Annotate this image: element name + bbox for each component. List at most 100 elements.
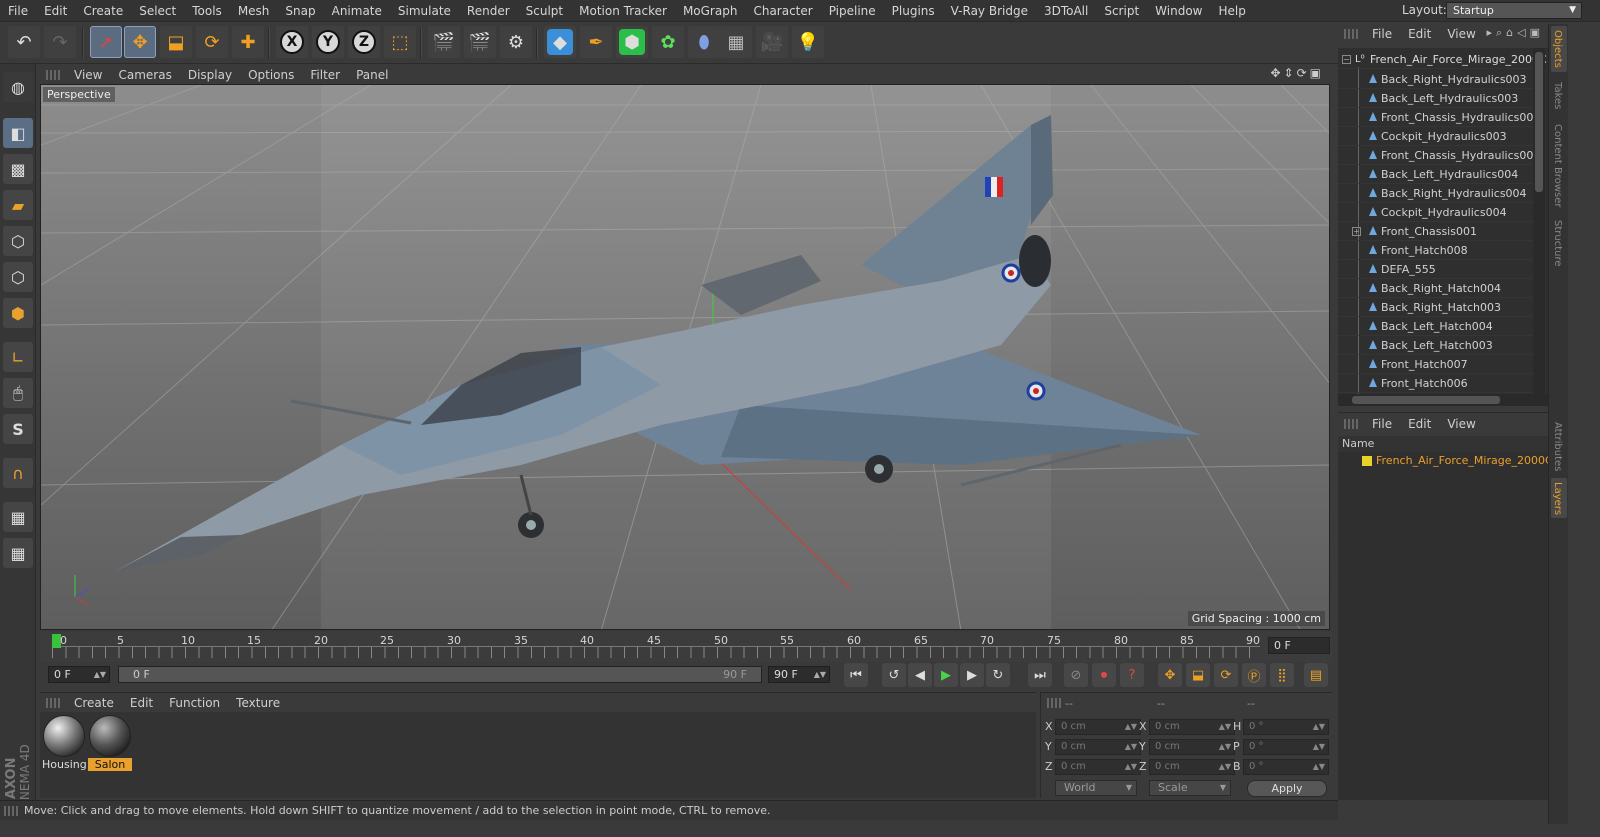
menu-3dtoall[interactable]: 3DToAll [1036, 0, 1096, 22]
material-menu-texture[interactable]: Texture [228, 696, 288, 710]
tab-structure[interactable]: Structure [1551, 216, 1567, 272]
expand-icon[interactable]: + [1352, 227, 1361, 236]
object-row[interactable]: Front_Chassis_Hydraulics003 [1338, 108, 1540, 127]
workplane-mode-button[interactable]: ◍ [3, 72, 33, 102]
redo-button[interactable]: ↷ [44, 26, 76, 58]
timeline-ruler[interactable]: 0 5 10 15 20 25 30 35 40 45 50 55 60 65 … [40, 632, 1332, 662]
layout-dropdown[interactable]: Startup ▼ [1446, 2, 1582, 19]
panel-grip-icon[interactable] [1344, 418, 1358, 429]
layer-color-swatch[interactable] [1362, 456, 1372, 466]
polygons-mode-button[interactable]: ⬢ [3, 298, 33, 328]
go-to-end-button[interactable]: ⏭ [1028, 663, 1052, 687]
object-root-row[interactable]: − L⁰ French_Air_Force_Mirage_2000C [1338, 50, 1547, 69]
next-key-button[interactable]: ↻ [986, 663, 1010, 687]
size-y-field[interactable]: 0 cm ▲▼ [1149, 739, 1235, 755]
deformer-button[interactable]: ⬮ [688, 26, 720, 58]
size-x-field[interactable]: 0 cm ▲▼ [1149, 719, 1235, 735]
object-menu-view[interactable]: View [1439, 27, 1483, 41]
edges-mode-button[interactable]: ⬡ [3, 262, 33, 292]
tab-attributes[interactable]: Attributes [1551, 418, 1567, 474]
object-row[interactable]: Front_Chassis_Hydraulics004 [1338, 146, 1540, 165]
material-menu-function[interactable]: Function [161, 696, 228, 710]
layer-menu-edit[interactable]: Edit [1400, 417, 1439, 431]
layer-name-column-header[interactable]: Name [1338, 436, 1548, 452]
object-row[interactable]: Back_Right_Hydraulics004 [1338, 184, 1534, 203]
move-tool-button[interactable]: ✥ [124, 26, 156, 58]
record-active-objects-button[interactable]: ⊘ [1064, 663, 1088, 687]
scale-tool-button[interactable]: ⬓ [160, 26, 192, 58]
object-row[interactable]: Cockpit_Hydraulics004 [1338, 203, 1534, 222]
panel-grip-icon[interactable] [46, 697, 60, 708]
collapse-icon[interactable]: − [1342, 55, 1351, 64]
pos-y-field[interactable]: 0 cm ▲▼ [1055, 739, 1141, 755]
pos-x-field[interactable]: 0 cm ▲▼ [1055, 719, 1141, 735]
floor-object-button[interactable]: ▦ [720, 26, 752, 58]
menu-tools[interactable]: Tools [184, 0, 230, 22]
tab-takes[interactable]: Takes [1551, 78, 1567, 114]
pos-z-field[interactable]: 0 cm ▲▼ [1055, 759, 1141, 775]
rotate-tool-button[interactable]: ⟳ [196, 26, 228, 58]
coordinate-space-dropdown[interactable]: World ▼ [1055, 780, 1137, 796]
render-settings-button[interactable]: ⚙ [500, 26, 532, 58]
texture-mode-button[interactable]: ▩ [3, 154, 33, 184]
menu-file[interactable]: File [0, 0, 36, 22]
object-row[interactable]: Cockpit_Hydraulics003 [1338, 127, 1534, 146]
layer-menu-view[interactable]: View [1439, 417, 1483, 431]
menu-select[interactable]: Select [131, 0, 184, 22]
material-menu-edit[interactable]: Edit [122, 696, 161, 710]
object-row[interactable]: Back_Right_Hydraulics003 [1338, 70, 1534, 89]
object-row[interactable]: Back_Left_Hatch003 [1338, 336, 1534, 355]
tab-objects[interactable]: Objects [1551, 26, 1567, 72]
menu-sculpt[interactable]: Sculpt [518, 0, 571, 22]
viewport-navigation-icons[interactable]: ✥⇕⟳▣ [1270, 66, 1324, 80]
object-row[interactable]: Back_Left_Hydraulics004 [1338, 165, 1534, 184]
menu-plugins[interactable]: Plugins [884, 0, 943, 22]
y-axis-lock-button[interactable]: Y [312, 26, 344, 58]
object-row[interactable]: Back_Left_Hydraulics003 [1338, 89, 1534, 108]
current-frame-field[interactable]: 0 F [1268, 637, 1330, 654]
next-frame-button[interactable]: ▶ [960, 663, 984, 687]
viewport-menu-options[interactable]: Options [240, 68, 302, 82]
scrollbar-thumb[interactable] [1535, 52, 1543, 192]
workplane-button[interactable]: ▰ [3, 190, 33, 220]
viewport-menu-filter[interactable]: Filter [302, 68, 348, 82]
position-key-button[interactable]: ✥ [1158, 663, 1182, 687]
menu-window[interactable]: Window [1147, 0, 1210, 22]
menu-mesh[interactable]: Mesh [230, 0, 278, 22]
menu-render[interactable]: Render [459, 0, 518, 22]
viewport-menu-cameras[interactable]: Cameras [110, 68, 179, 82]
live-selection-button[interactable]: ➚ [90, 26, 122, 58]
object-row[interactable]: DEFA_555 [1338, 260, 1534, 279]
point-level-key-button[interactable]: ⣿ [1270, 663, 1294, 687]
snap-button[interactable]: ∩ [3, 458, 33, 488]
previous-key-button[interactable]: ↺ [882, 663, 906, 687]
object-manager-horizontal-scrollbar[interactable] [1338, 394, 1548, 406]
menu-snap[interactable]: Snap [277, 0, 323, 22]
menu-pipeline[interactable]: Pipeline [821, 0, 884, 22]
rot-b-field[interactable]: 0 ° ▲▼ [1243, 759, 1329, 775]
object-row[interactable]: Back_Right_Hatch004 [1338, 279, 1534, 298]
go-to-start-button[interactable]: ⏮ [844, 663, 868, 687]
layer-row[interactable]: French_Air_Force_Mirage_2000C_M [1338, 452, 1548, 470]
rot-p-field[interactable]: 0 ° ▲▼ [1243, 739, 1329, 755]
cube-object-button[interactable]: ◆ [544, 26, 576, 58]
apply-button[interactable]: Apply [1247, 780, 1327, 797]
panel-grip-icon[interactable] [46, 70, 62, 80]
z-axis-lock-button[interactable]: Z [348, 26, 380, 58]
tab-layers[interactable]: Layers [1551, 478, 1567, 518]
undo-button[interactable]: ↶ [8, 26, 40, 58]
panel-grip-icon[interactable] [1344, 29, 1358, 39]
material-swatch-salon[interactable]: Salon [88, 715, 132, 773]
solo-button[interactable]: S [3, 414, 33, 444]
pen-spline-button[interactable]: ✒ [580, 26, 612, 58]
size-z-field[interactable]: 0 cm ▲▼ [1149, 759, 1235, 775]
menu-character[interactable]: Character [745, 0, 820, 22]
viewport-menu-panel[interactable]: Panel [348, 68, 396, 82]
object-row[interactable]: Front_Hatch008 [1338, 241, 1534, 260]
coordinate-system-button[interactable]: ⬚ [384, 26, 416, 58]
menu-create[interactable]: Create [75, 0, 131, 22]
tweak-mode-button[interactable]: 🖱 [3, 378, 33, 408]
parameter-key-button[interactable]: Ⓟ [1242, 663, 1266, 687]
material-swatch-housing[interactable]: Housing [42, 715, 86, 773]
menu-simulate[interactable]: Simulate [390, 0, 459, 22]
